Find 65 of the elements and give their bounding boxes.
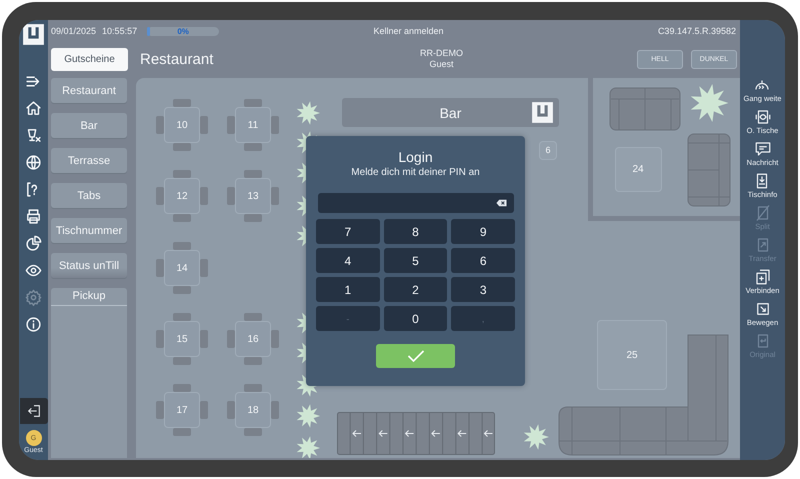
table-eye-icon <box>754 108 772 126</box>
area-button[interactable]: Tischnummer <box>51 218 127 243</box>
plant-icon <box>522 423 550 451</box>
table-plus-icon <box>754 268 772 286</box>
bar-counter[interactable]: Bar <box>342 98 559 127</box>
table[interactable]: 15 <box>156 313 208 365</box>
company-name: RR-DEMO <box>420 48 463 59</box>
table[interactable]: 16 <box>227 313 279 365</box>
area-button[interactable]: Terrasse <box>51 148 127 173</box>
table[interactable]: 13 <box>227 170 279 222</box>
plant-icon <box>295 403 321 429</box>
check-icon <box>406 349 426 363</box>
progress-label: 0% <box>177 26 189 36</box>
plant-icon <box>295 100 321 126</box>
table[interactable]: 11 <box>227 99 279 151</box>
logout-button[interactable] <box>20 398 48 424</box>
keypad-key[interactable]: 4 <box>316 248 380 273</box>
eye-icon[interactable] <box>25 262 42 279</box>
keypad-key[interactable]: 2 <box>384 277 448 302</box>
area-button[interactable]: Restaurant <box>51 78 127 103</box>
bar-label: Bar <box>440 104 462 120</box>
dialog-subtitle: Melde dich mit deiner PIN an <box>351 167 480 178</box>
table-slash-icon <box>754 204 772 222</box>
time-text: 10:55:57 <box>102 26 138 36</box>
keypad-key[interactable]: 6 <box>451 248 515 273</box>
table[interactable]: 17 <box>156 384 208 436</box>
keypad-key[interactable]: 3 <box>451 277 515 302</box>
area-button[interactable]: Bar <box>51 113 127 138</box>
keypad-key[interactable]: 5 <box>384 248 448 273</box>
backspace-icon[interactable] <box>496 199 506 207</box>
table[interactable]: 10 <box>156 99 208 151</box>
logo-icon <box>530 100 555 125</box>
info-icon[interactable] <box>25 316 42 333</box>
table[interactable]: 6 <box>539 140 557 160</box>
dialog-title: Login <box>398 149 433 165</box>
table[interactable]: 24 <box>614 146 662 192</box>
keypad-key[interactable]: 7 <box>316 219 380 244</box>
date-text: 09/01/2025 <box>51 26 96 36</box>
table[interactable]: 12 <box>156 170 208 222</box>
status-title: Kellner anmelden <box>372 26 445 36</box>
area-title: Restaurant <box>140 50 214 68</box>
plant-icon <box>688 82 730 124</box>
pie-chart-icon[interactable] <box>25 235 42 252</box>
area-button[interactable]: Tabs <box>51 183 127 208</box>
keypad-key[interactable]: 1 <box>316 277 380 302</box>
table[interactable]: 14 <box>156 242 208 294</box>
keypad-key[interactable]: 0 <box>384 306 448 331</box>
table[interactable]: 25 <box>597 320 667 390</box>
home-icon[interactable] <box>25 100 42 117</box>
globe-icon[interactable] <box>25 154 42 171</box>
table[interactable]: 18 <box>227 384 279 436</box>
pickup-title: Pickup <box>51 288 127 306</box>
pin-field[interactable] <box>318 193 514 213</box>
sofa-drawing <box>609 87 681 131</box>
keypad-key[interactable]: 9 <box>451 219 515 244</box>
message-icon <box>754 140 772 158</box>
area-button[interactable]: Status unTill <box>51 253 127 278</box>
user-name: Guest <box>429 59 454 70</box>
plant-icon <box>295 435 321 458</box>
logout-icon <box>26 403 42 419</box>
voucher-button[interactable]: Gutscheine <box>51 48 128 70</box>
glass-x-icon[interactable] <box>25 127 42 144</box>
keypad-key[interactable]: 8 <box>384 219 448 244</box>
printer-icon[interactable] <box>25 208 42 225</box>
version-text: C39.147.5.R.39582 <box>658 26 736 36</box>
